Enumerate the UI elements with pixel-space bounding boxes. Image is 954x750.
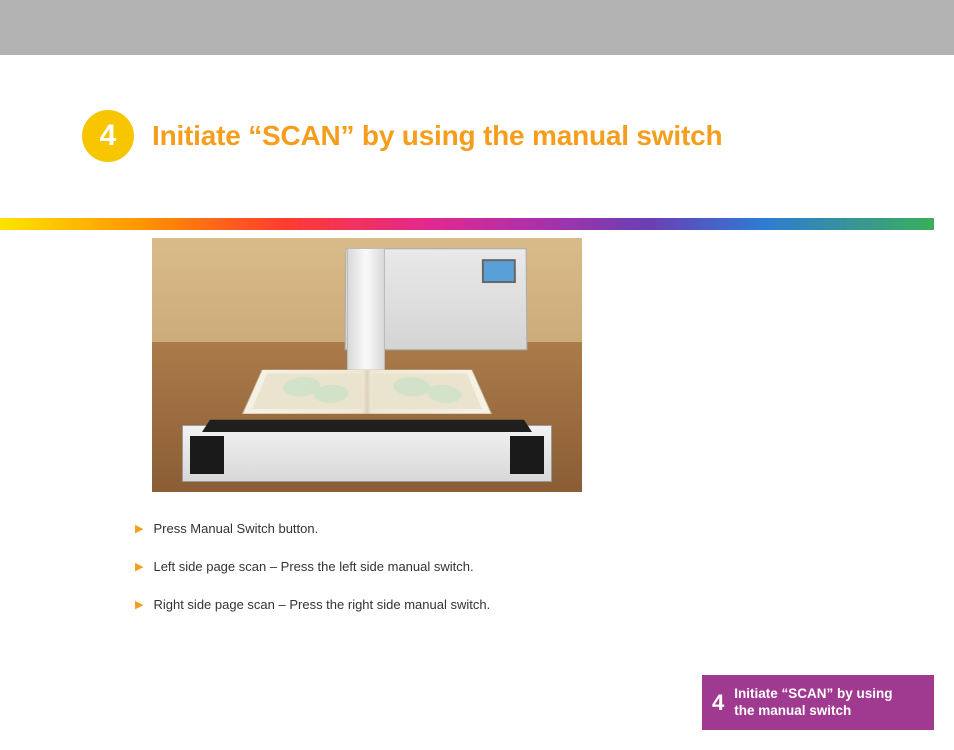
tab-number: 4 [712, 692, 724, 714]
bullet-triangle-icon: ▶ [135, 520, 143, 538]
bullet-triangle-icon: ▶ [135, 558, 143, 576]
section-title: Initiate “SCAN” by using the manual swit… [152, 120, 722, 152]
section-tab: 4 Initiate “SCAN” by using the manual sw… [702, 675, 934, 730]
tab-label-line2: the manual switch [734, 703, 851, 718]
list-item: ▶ Left side page scan – Press the left s… [135, 558, 735, 576]
tab-label-line1: Initiate “SCAN” by using [734, 686, 892, 701]
section-header: 4 Initiate “SCAN” by using the manual sw… [82, 110, 722, 162]
rainbow-divider [0, 218, 954, 230]
instruction-text: Press Manual Switch button. [153, 520, 318, 538]
list-item: ▶ Press Manual Switch button. [135, 520, 735, 538]
list-item: ▶ Right side page scan – Press the right… [135, 596, 735, 614]
instruction-list: ▶ Press Manual Switch button. ▶ Left sid… [135, 520, 735, 634]
rainbow-right-gap [934, 218, 954, 230]
bullet-triangle-icon: ▶ [135, 596, 143, 614]
scanner-photo [152, 238, 582, 492]
step-number-circle: 4 [82, 110, 134, 162]
tab-label: Initiate “SCAN” by using the manual swit… [734, 686, 892, 720]
instruction-text: Left side page scan – Press the left sid… [153, 558, 473, 576]
instruction-text: Right side page scan – Press the right s… [153, 596, 490, 614]
top-gray-band [0, 0, 954, 55]
